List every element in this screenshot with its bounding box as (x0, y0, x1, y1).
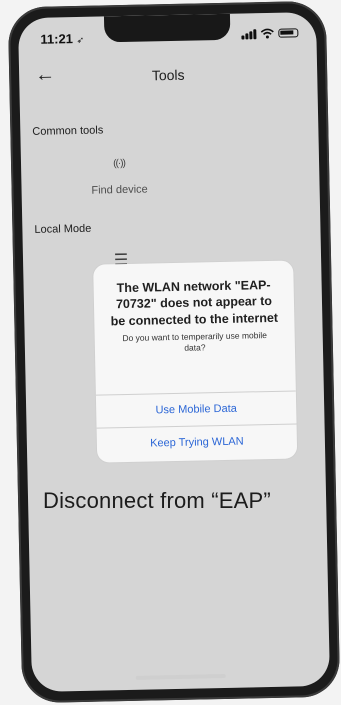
phone-frame: 11:21 ➶ ← Tools Common tools ((·)) Find … (7, 0, 341, 704)
disconnect-text: Disconnect from “EAP” (43, 488, 271, 513)
photo-background: 11:21 ➶ ← Tools Common tools ((·)) Find … (0, 0, 341, 705)
wlan-alert-dialog: The WLAN network "EAP-70732" does not ap… (93, 260, 298, 463)
keep-trying-wlan-button[interactable]: Keep Trying WLAN (97, 424, 298, 460)
alert-title: The WLAN network "EAP-70732" does not ap… (110, 277, 279, 328)
phone-screen: 11:21 ➶ ← Tools Common tools ((·)) Find … (17, 11, 331, 693)
alert-message: Do you want to temperarily use mobile da… (122, 329, 268, 354)
use-mobile-data-button[interactable]: Use Mobile Data (96, 391, 297, 427)
